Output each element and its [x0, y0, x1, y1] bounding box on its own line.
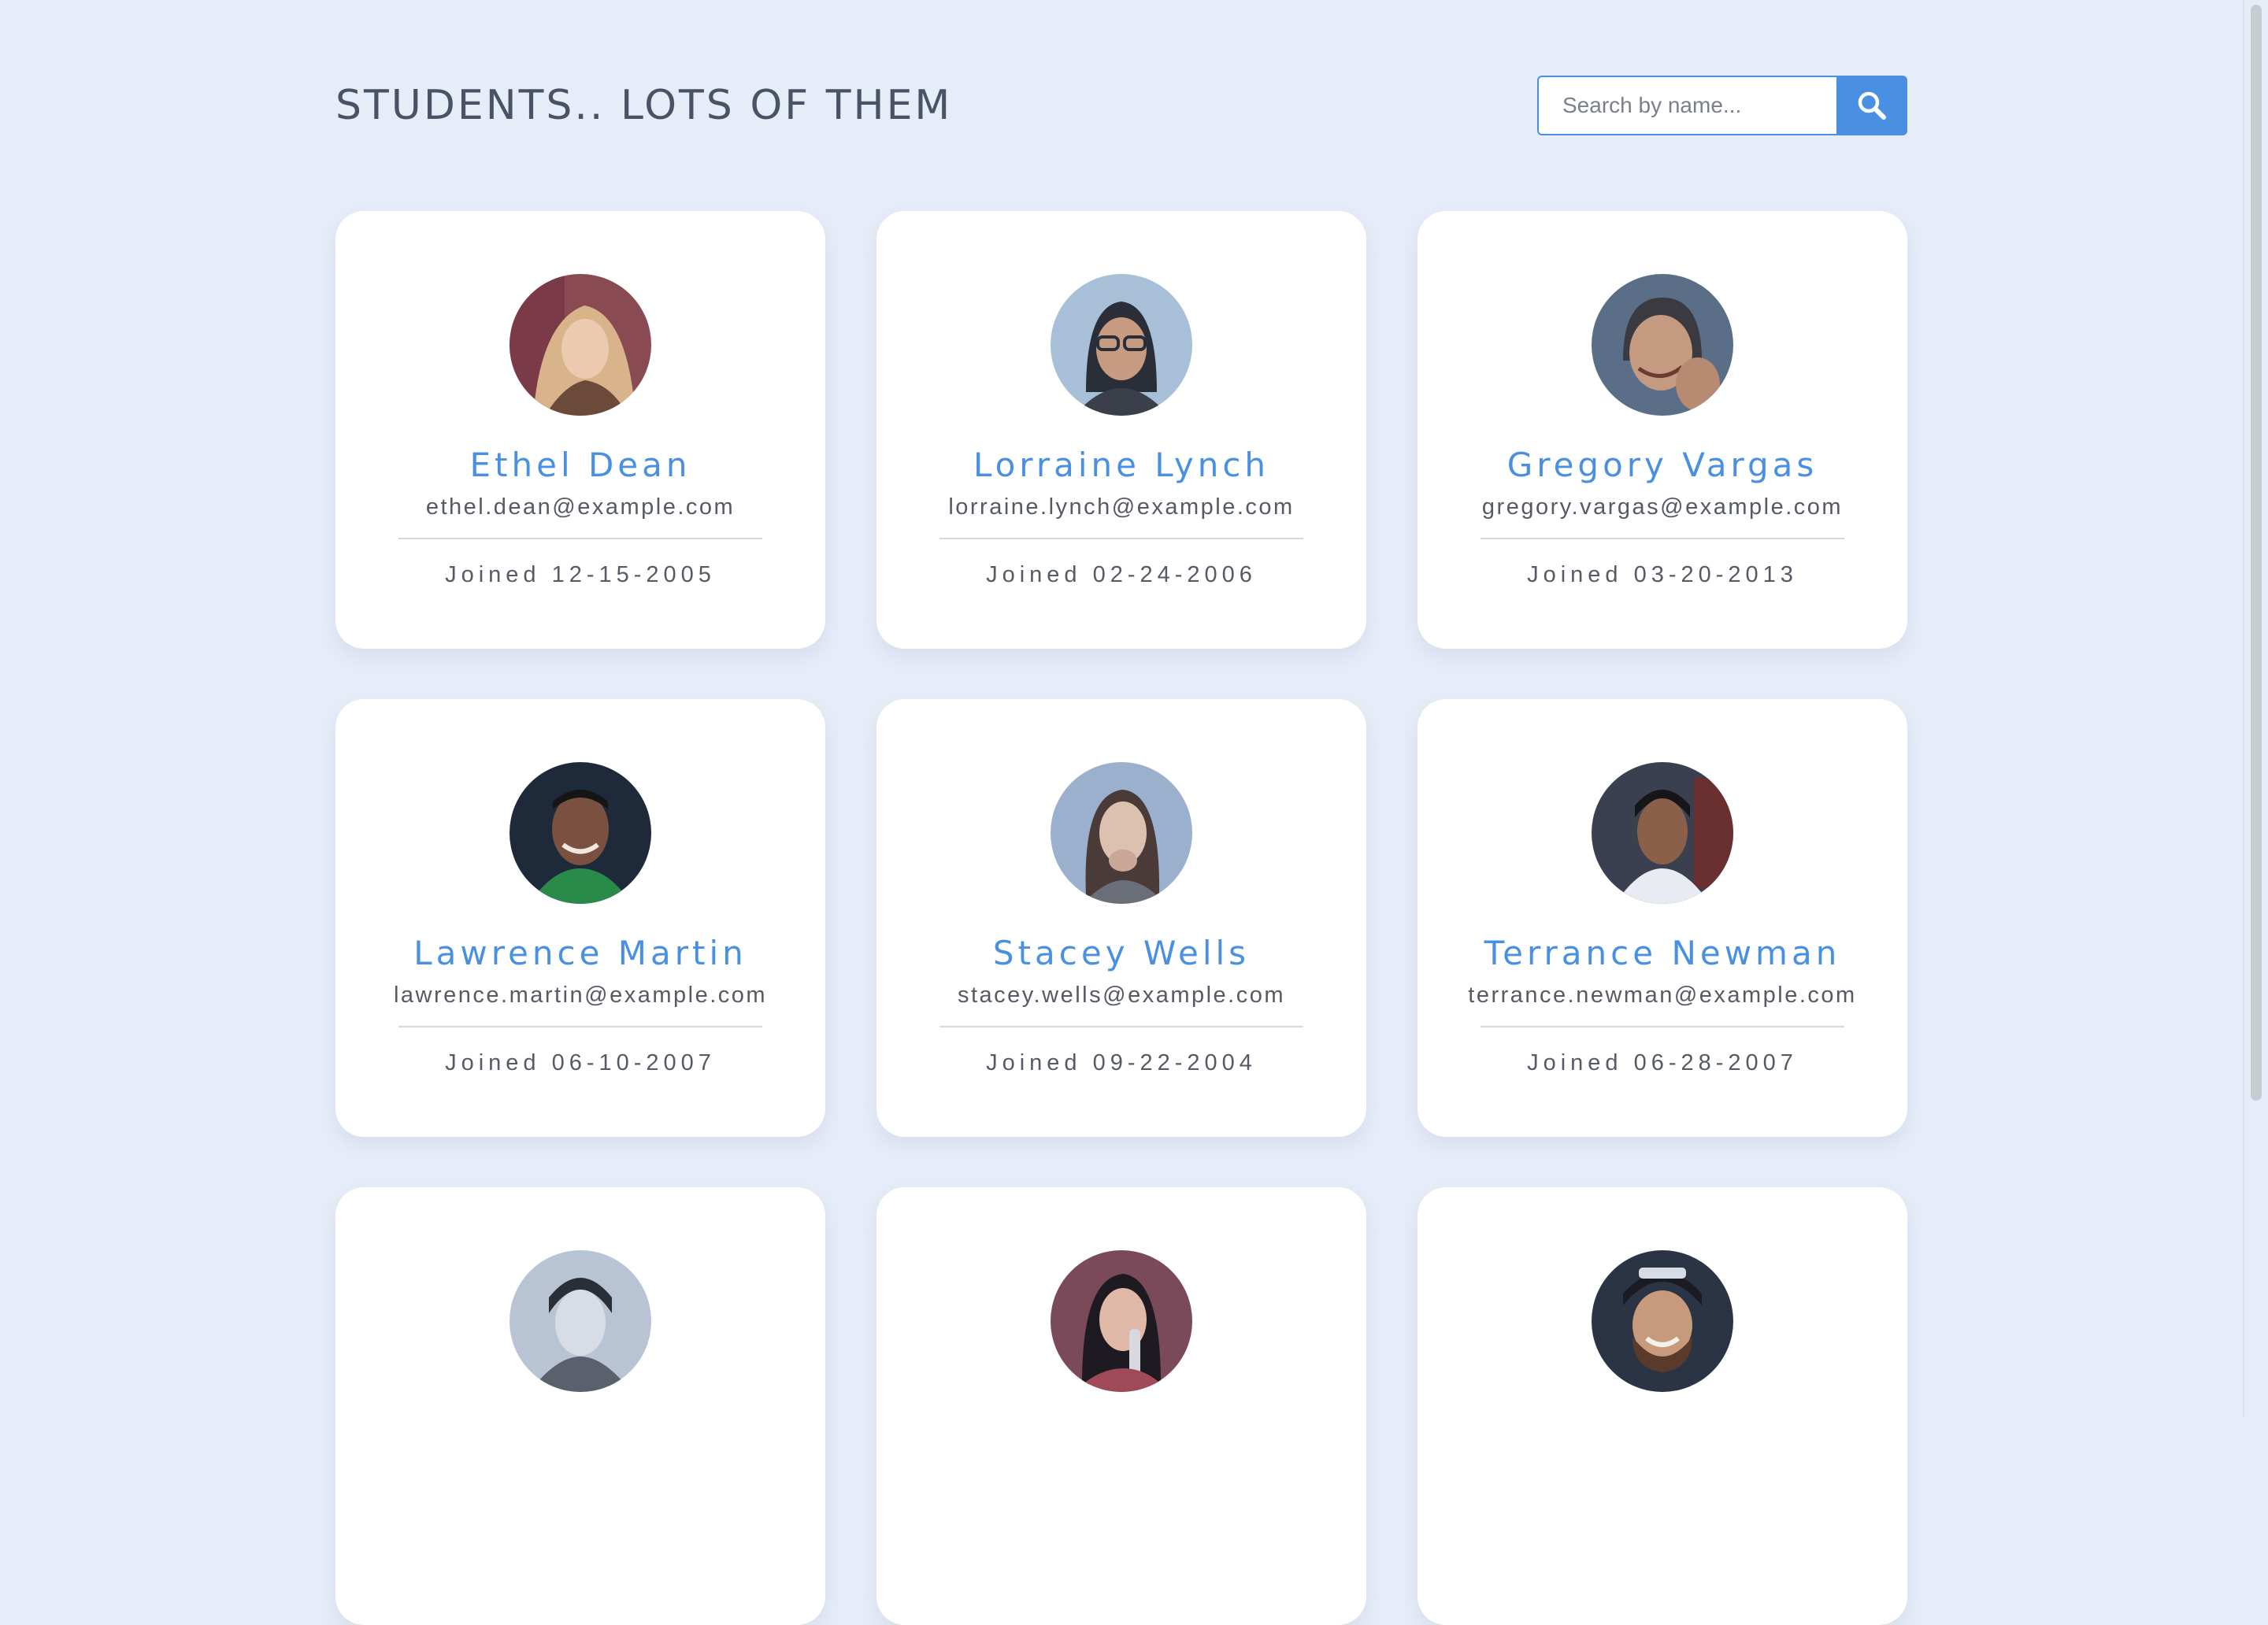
- scrollbar[interactable]: [2243, 0, 2268, 1417]
- search-bar: [1537, 76, 1907, 135]
- joined-date: Joined 12-15-2005: [445, 562, 716, 587]
- joined-date: Joined 06-28-2007: [1527, 1050, 1798, 1075]
- student-card[interactable]: Stacey Wells stacey.wells@example.com Jo…: [876, 699, 1366, 1137]
- student-name: Gregory Vargas: [1506, 446, 1818, 484]
- student-card[interactable]: Lorraine Lynch lorraine.lynch@example.co…: [876, 211, 1366, 649]
- divider: [1480, 1026, 1844, 1027]
- scrollbar-thumb[interactable]: [2251, 5, 2262, 1101]
- search-input[interactable]: [1537, 76, 1836, 135]
- student-grid: Ethel Dean ethel.dean@example.com Joined…: [335, 211, 1907, 1625]
- student-name: Stacey Wells: [992, 934, 1251, 972]
- avatar: [510, 1250, 651, 1392]
- student-card[interactable]: Terrance Newman terrance.newman@example.…: [1418, 699, 1907, 1137]
- avatar: [1051, 762, 1192, 904]
- student-name: Terrance Newman: [1484, 934, 1841, 972]
- page-title: STUDENTS.. LOTS OF THEM: [335, 82, 953, 129]
- joined-date: Joined 02-24-2006: [986, 562, 1257, 587]
- student-card[interactable]: Gregory Vargas gregory.vargas@example.co…: [1418, 211, 1907, 649]
- search-button[interactable]: [1836, 76, 1907, 135]
- avatar: [1051, 274, 1192, 416]
- joined-date: Joined 03-20-2013: [1527, 562, 1798, 587]
- header: STUDENTS.. LOTS OF THEM: [335, 76, 1907, 135]
- student-email: lawrence.martin@example.com: [393, 983, 768, 1008]
- student-card[interactable]: [335, 1187, 825, 1625]
- search-icon: [1856, 90, 1888, 121]
- avatar: [510, 274, 651, 416]
- student-card[interactable]: [1418, 1187, 1907, 1625]
- student-card[interactable]: [876, 1187, 1366, 1625]
- avatar: [1592, 762, 1733, 904]
- student-name: Ethel Dean: [469, 446, 691, 484]
- student-email: lorraine.lynch@example.com: [948, 494, 1295, 520]
- avatar: [510, 762, 651, 904]
- divider: [939, 1026, 1303, 1027]
- avatar: [1592, 274, 1733, 416]
- divider: [1480, 538, 1844, 539]
- student-email: stacey.wells@example.com: [957, 983, 1286, 1008]
- student-card[interactable]: Ethel Dean ethel.dean@example.com Joined…: [335, 211, 825, 649]
- joined-date: Joined 06-10-2007: [445, 1050, 716, 1075]
- divider: [939, 538, 1303, 539]
- student-email: gregory.vargas@example.com: [1481, 494, 1844, 520]
- student-email: ethel.dean@example.com: [425, 494, 736, 520]
- avatar: [1051, 1250, 1192, 1392]
- student-email: terrance.newman@example.com: [1468, 983, 1857, 1008]
- divider: [398, 1026, 762, 1027]
- student-name: Lawrence Martin: [413, 934, 747, 972]
- divider: [398, 538, 762, 539]
- student-card[interactable]: Lawrence Martin lawrence.martin@example.…: [335, 699, 825, 1137]
- joined-date: Joined 09-22-2004: [986, 1050, 1257, 1075]
- student-name: Lorraine Lynch: [973, 446, 1270, 484]
- avatar: [1592, 1250, 1733, 1392]
